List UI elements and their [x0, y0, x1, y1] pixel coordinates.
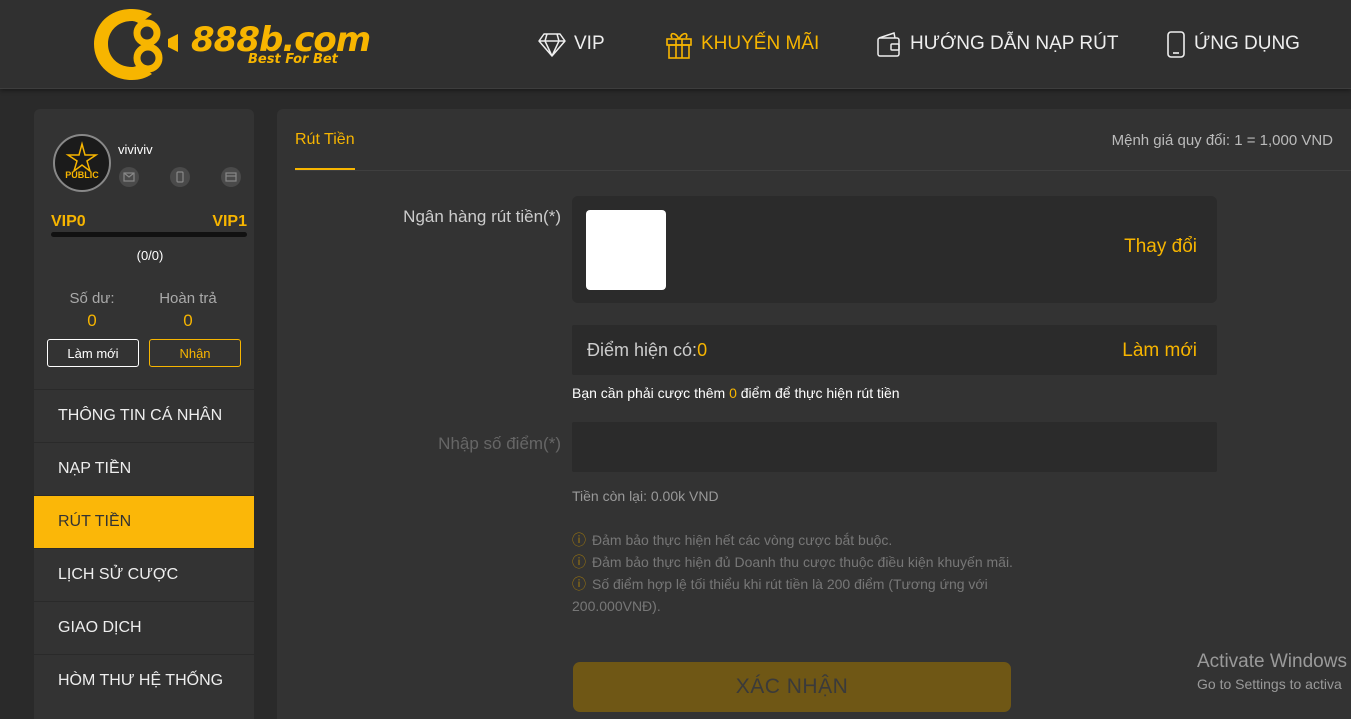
- nav-promotions-label: KHUYẾN MÃI: [701, 33, 820, 54]
- rebate-label: Hoàn trả: [159, 290, 217, 307]
- site-logo[interactable]: 888b.com Best For Bet: [92, 6, 371, 82]
- bet-requirement-note: Bạn cần phải cược thêm 0 điểm để thực hi…: [572, 385, 900, 401]
- bank-verify-icon[interactable]: [221, 167, 241, 187]
- nav-vip-label: VIP: [574, 33, 605, 54]
- windows-activation-watermark: Activate Windows Go to Settings to activ…: [1197, 651, 1347, 692]
- refresh-balance-button[interactable]: Làm mới: [47, 339, 139, 367]
- nav-deposit-guide-label: HƯỚNG DẪN NẠP RÚT: [910, 33, 1119, 54]
- change-bank-link[interactable]: Thay đổi: [1124, 236, 1197, 258]
- account-menu: THÔNG TIN CÁ NHÂN NẠP TIỀN RÚT TIỀN LỊCH…: [34, 389, 254, 707]
- menu-item-transactions[interactable]: GIAO DỊCH: [34, 601, 254, 654]
- bank-logo: [586, 210, 666, 290]
- vip-next: VIP1: [212, 213, 247, 230]
- star-icon: [65, 141, 99, 173]
- tab-withdraw[interactable]: Rút Tiền: [295, 131, 355, 149]
- account-sidebar: PUBLIC viviviv VIP0 VIP1 (0/0) Số dư: 0 …: [34, 109, 254, 719]
- logo-8-icon: [94, 9, 178, 80]
- claim-rebate-button[interactable]: Nhận: [149, 339, 241, 367]
- warning-icon: ⓘ: [572, 576, 586, 592]
- points-amount-input[interactable]: [572, 422, 1217, 472]
- balance-value: 0: [87, 311, 97, 330]
- logo-tagline: Best For Bet: [248, 52, 338, 67]
- menu-item-personal-info[interactable]: THÔNG TIN CÁ NHÂN: [34, 389, 254, 442]
- withdraw-panel: Rút Tiền Mệnh giá quy đổi: 1 = 1,000 VND…: [277, 109, 1351, 719]
- email-verify-icon[interactable]: [119, 167, 139, 187]
- diamond-icon: [538, 33, 566, 57]
- amount-field-label: Nhập số điểm(*): [438, 434, 561, 453]
- note-item: ⓘ Số điểm hợp lệ tối thiểu khi rút tiền l…: [572, 576, 988, 614]
- top-header: 888b.com Best For Bet VIP KHUYẾN MÃI HƯỚ…: [0, 0, 1351, 89]
- nav-promotions[interactable]: KHUYẾN MÃI: [665, 28, 819, 60]
- balance-label: Số dư:: [69, 290, 115, 307]
- confirm-withdraw-button[interactable]: XÁC NHẬN: [573, 662, 1011, 712]
- nav-deposit-guide[interactable]: HƯỚNG DẪN NẠP RÚT: [876, 28, 1118, 60]
- vip-progress-bar: [51, 232, 247, 237]
- gift-icon: [666, 32, 692, 59]
- watermark-title: Activate Windows: [1197, 651, 1347, 672]
- warning-icon: ⓘ: [572, 532, 586, 548]
- avatar[interactable]: PUBLIC: [53, 134, 111, 192]
- avatar-label: PUBLIC: [65, 170, 99, 180]
- rebate-value: 0: [183, 311, 193, 330]
- tab-divider: [295, 170, 1351, 171]
- points-panel: Điểm hiện có:0 Làm mới: [572, 325, 1217, 375]
- note-item: ⓘ Đảm bảo thực hiện đủ Doanh thu cược thu…: [572, 554, 1013, 570]
- mobile-phone-icon: [1167, 31, 1185, 58]
- menu-item-system-inbox[interactable]: HÒM THƯ HỆ THỐNG: [34, 654, 254, 707]
- points-label: Điểm hiện có:0: [587, 340, 708, 360]
- bank-field-label: Ngân hàng rút tiền(*): [403, 207, 561, 226]
- vip-current: VIP0: [51, 213, 86, 230]
- phone-verify-icon[interactable]: [170, 167, 190, 187]
- withdraw-notes: ⓘ Đảm bảo thực hiện hết các vòng cược bắt…: [572, 529, 1032, 617]
- bet-requirement-value: 0: [729, 385, 737, 401]
- username: viviviv: [118, 142, 153, 157]
- refresh-points-link[interactable]: Làm mới: [1122, 340, 1197, 362]
- nav-app[interactable]: ỨNG DỤNG: [1166, 28, 1300, 60]
- note-item: ⓘ Đảm bảo thực hiện hết các vòng cược bắt…: [572, 532, 893, 548]
- warning-icon: ⓘ: [572, 554, 586, 570]
- nav-app-label: ỨNG DỤNG: [1194, 33, 1300, 54]
- wallet-icon: [877, 32, 900, 57]
- nav-vip[interactable]: VIP: [538, 28, 605, 60]
- remaining-amount: Tiền còn lại: 0.00k VND: [572, 488, 719, 504]
- exchange-rate: Mệnh giá quy đổi: 1 = 1,000 VND: [1111, 132, 1333, 149]
- bank-selector: Thay đổi: [572, 196, 1217, 303]
- watermark-subtitle: Go to Settings to activa: [1197, 676, 1342, 692]
- menu-item-bet-history[interactable]: LỊCH SỬ CƯỢC: [34, 548, 254, 601]
- menu-item-deposit[interactable]: NẠP TIỀN: [34, 442, 254, 495]
- menu-item-withdraw[interactable]: RÚT TIỀN: [34, 495, 254, 548]
- vip-progress-text: (0/0): [136, 248, 164, 263]
- points-value: 0: [697, 340, 708, 360]
